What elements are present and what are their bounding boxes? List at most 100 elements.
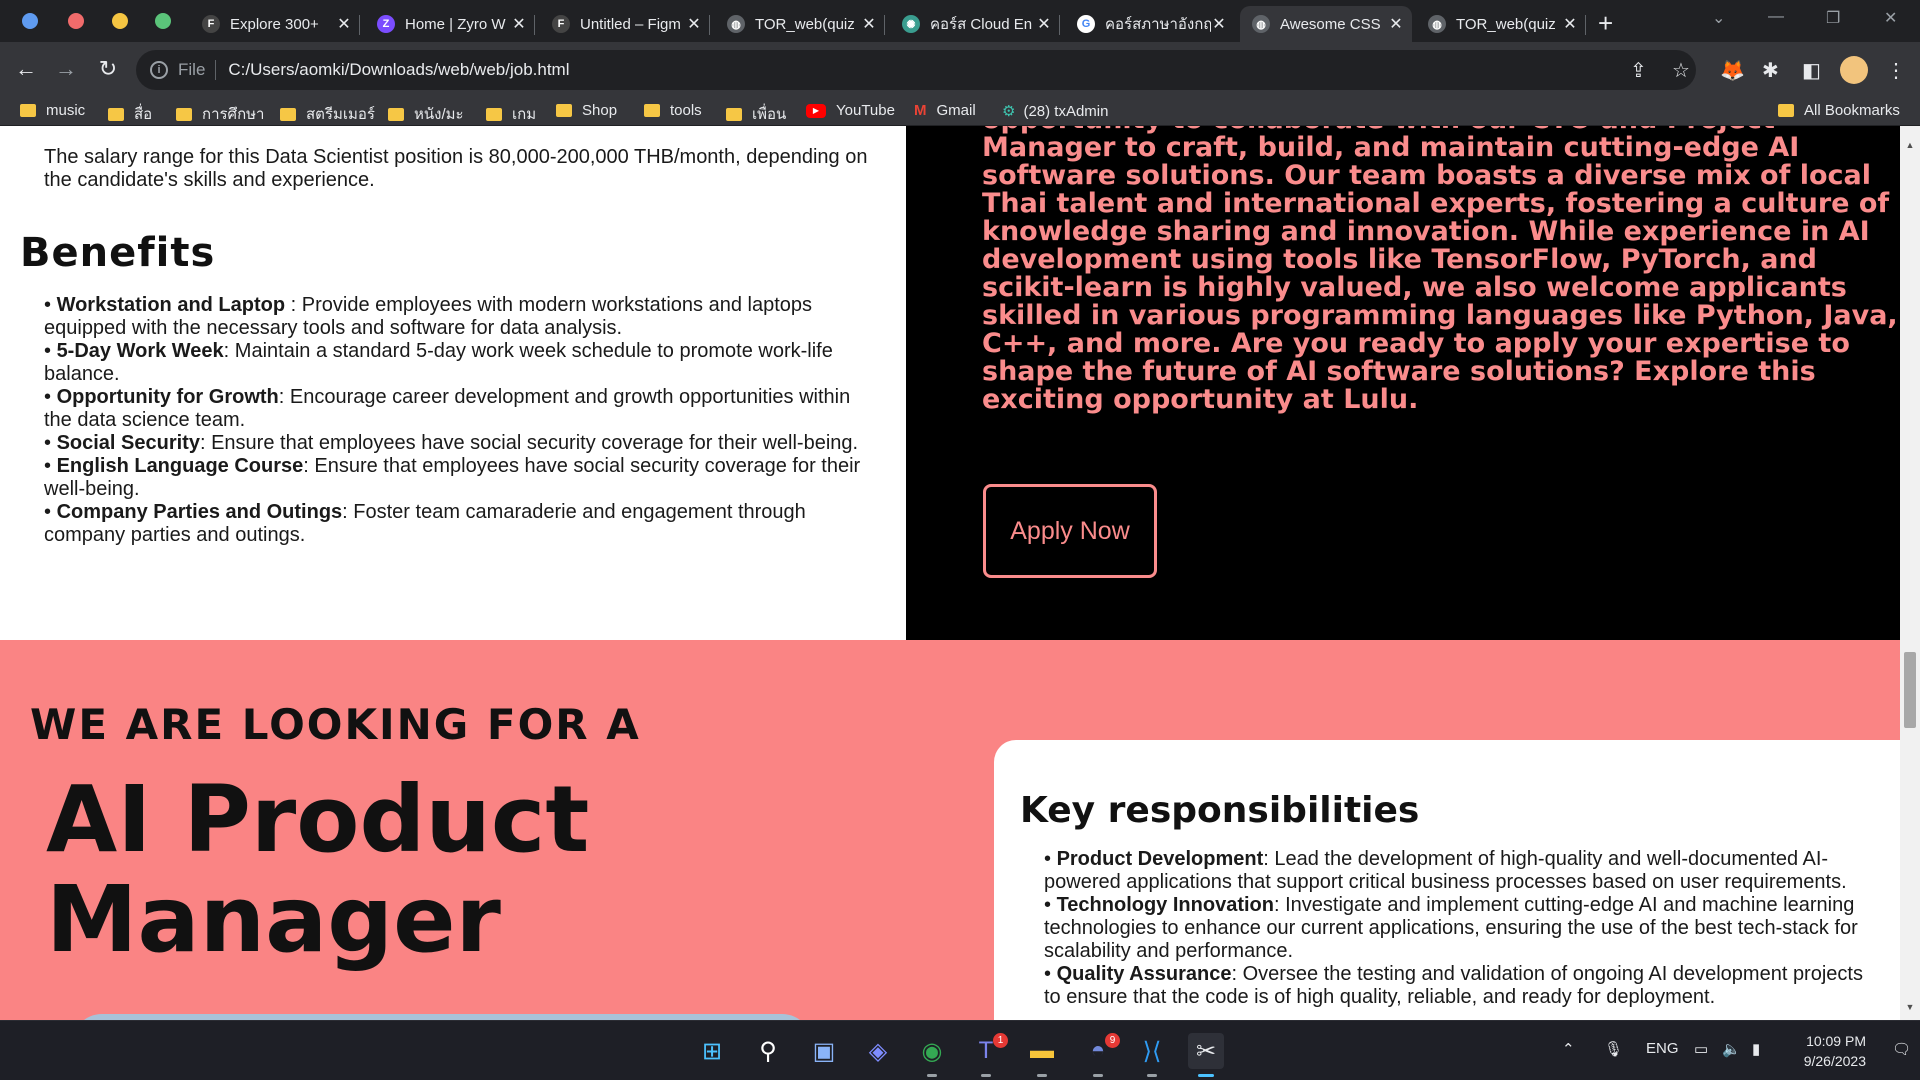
extensions-icon[interactable]: ✱ xyxy=(1762,58,1779,83)
close-icon[interactable]: ✕ xyxy=(336,14,352,34)
info-icon[interactable]: i xyxy=(150,61,168,79)
folder-icon xyxy=(388,107,404,121)
tab-title: Home | Zyro W xyxy=(405,15,506,33)
salary-benefits-card: The salary range for this Data Scientist… xyxy=(0,126,906,716)
folder-icon[interactable]: ▬ xyxy=(1024,1033,1060,1077)
minimize-icon[interactable]: — xyxy=(1768,8,1784,26)
teams-badge: 1 xyxy=(993,1033,1008,1048)
apply-now-button[interactable]: Apply Now xyxy=(983,484,1157,578)
discord-icon[interactable]: ◓ 9 xyxy=(1080,1033,1120,1077)
gmail-icon: M xyxy=(914,102,927,119)
vscode-icon[interactable]: ⟩⟨ xyxy=(1134,1033,1170,1077)
bookmark-folder[interactable]: Shop xyxy=(556,102,617,119)
chatgpt-icon: ✺ xyxy=(902,15,920,33)
profile-avatar[interactable] xyxy=(1840,56,1868,84)
browser-tab[interactable]: F Untitled – Figm ✕ xyxy=(540,6,710,42)
list-item: • Quality Assurance: Oversee the testing… xyxy=(1044,963,1863,1008)
new-tab-button[interactable]: + xyxy=(1598,8,1613,39)
search-icon[interactable]: ⚲ xyxy=(750,1033,786,1069)
close-icon[interactable]: ✕ xyxy=(1388,14,1404,34)
back-icon[interactable]: ← xyxy=(12,56,40,82)
bookmark-folder[interactable]: tools xyxy=(644,102,702,119)
folder-icon xyxy=(108,107,124,121)
notification-icon[interactable]: 🗨 xyxy=(1892,1040,1911,1058)
scroll-up-icon[interactable]: ▲ xyxy=(1904,140,1916,150)
chrome-icon[interactable]: ◉ xyxy=(914,1033,950,1077)
url-text[interactable]: C:/Users/aomki/Downloads/web/web/job.htm… xyxy=(228,60,569,80)
close-icon[interactable]: ✕ xyxy=(511,14,527,34)
tab-title: Explore 300+ xyxy=(230,15,319,33)
folder-icon xyxy=(20,104,36,117)
forward-icon[interactable]: → xyxy=(52,56,80,82)
figma-icon: F xyxy=(552,15,570,33)
window-dot-yellow xyxy=(112,13,128,29)
bookmark-folder[interactable]: เกม xyxy=(486,102,536,126)
browser-tab[interactable]: ✺ คอร์ส Cloud En ✕ xyxy=(890,6,1060,42)
close-icon[interactable]: ✕ xyxy=(1562,14,1578,34)
close-window-icon[interactable]: ✕ xyxy=(1884,8,1897,28)
close-icon[interactable]: ✕ xyxy=(1211,14,1227,34)
side-panel-icon[interactable]: ◧ xyxy=(1802,58,1821,83)
bookmark-youtube[interactable]: ▶ YouTube xyxy=(806,102,895,119)
bookmark-folder[interactable]: สื่อ xyxy=(108,102,152,126)
list-item: • Opportunity for Growth: Encourage care… xyxy=(44,386,851,431)
close-icon[interactable]: ✕ xyxy=(686,14,702,34)
copilot-icon[interactable]: ◈ xyxy=(860,1033,896,1069)
metamask-icon[interactable]: 🦊 xyxy=(1720,58,1745,83)
microphone-icon[interactable]: 🎙 xyxy=(1604,1040,1623,1058)
teams-icon[interactable]: T1 xyxy=(968,1033,1008,1077)
scrollbar-thumb[interactable] xyxy=(1904,652,1916,728)
clock[interactable]: 10:09 PM 9/26/2023 xyxy=(1790,1031,1866,1071)
globe-icon: ◍ xyxy=(727,15,745,33)
bookmark-folder[interactable]: music xyxy=(20,102,85,119)
folder-icon xyxy=(1778,104,1794,117)
bookmark-star-icon[interactable]: ☆ xyxy=(1672,58,1690,83)
language-indicator[interactable]: ENG xyxy=(1646,1040,1679,1057)
browser-tab-active[interactable]: ◍ Awesome CSS ✕ xyxy=(1240,6,1412,42)
close-icon[interactable]: ✕ xyxy=(861,14,877,34)
start-icon[interactable]: ⊞ xyxy=(694,1033,730,1069)
share-icon[interactable]: ⇪ xyxy=(1630,58,1647,83)
bookmark-folder[interactable]: เพื่อน xyxy=(726,102,786,126)
list-item: • Product Development: Lead the developm… xyxy=(1044,848,1847,893)
list-item: • Technology Innovation: Investigate and… xyxy=(1044,894,1858,962)
list-item: • Workstation and Laptop : Provide emplo… xyxy=(44,294,813,339)
restore-icon[interactable]: ❐ xyxy=(1826,8,1840,28)
volume-icon[interactable]: 🔈 xyxy=(1722,1040,1741,1058)
tab-title: Awesome CSS xyxy=(1280,15,1381,33)
address-bar[interactable]: i File C:/Users/aomki/Downloads/web/web/… xyxy=(136,50,1696,90)
folder-icon xyxy=(726,107,742,121)
bookmark-folder[interactable]: การศึกษา xyxy=(176,102,264,126)
file-manager-icon[interactable]: ▣ xyxy=(806,1033,842,1069)
network-icon[interactable]: ▭ xyxy=(1694,1040,1708,1058)
folder-icon xyxy=(556,104,572,117)
window-dot-blue xyxy=(22,13,38,29)
scroll-down-icon[interactable]: ▼ xyxy=(1904,1002,1916,1012)
tab-title: TOR_web(quiz xyxy=(1456,15,1556,33)
folder-icon xyxy=(644,104,660,117)
battery-icon[interactable]: ▮ xyxy=(1752,1040,1760,1058)
browser-tab[interactable]: F Explore 300+ ✕ xyxy=(190,6,360,42)
tab-search-icon[interactable]: ⌄ xyxy=(1712,8,1725,28)
browser-tab[interactable]: ◍ TOR_web(quiz ✕ xyxy=(715,6,885,42)
bookmark-folder[interactable]: สตรีมเมอร์ xyxy=(280,102,375,126)
snipping-tool-icon[interactable]: ✂ xyxy=(1188,1033,1224,1077)
bookmark-txadmin[interactable]: ⚙ (28) txAdmin xyxy=(1002,102,1108,121)
page-scrollbar[interactable] xyxy=(1900,126,1920,1020)
list-item: • Company Parties and Outings: Foster te… xyxy=(44,501,806,546)
bookmarks-bar: music สื่อ การศึกษา สตรีมเมอร์ หนัง/มะ เ… xyxy=(0,98,1920,126)
reload-icon[interactable]: ↻ xyxy=(94,56,122,82)
all-bookmarks[interactable]: All Bookmarks xyxy=(1778,102,1900,119)
clock-time: 10:09 PM xyxy=(1806,1033,1866,1049)
bookmark-folder[interactable]: หนัง/มะ xyxy=(388,102,464,126)
close-icon[interactable]: ✕ xyxy=(1036,14,1052,34)
browser-tab[interactable]: ◍ TOR_web(quiz ✕ xyxy=(1416,6,1586,42)
chevron-up-icon[interactable]: ⌃ xyxy=(1562,1040,1575,1058)
browser-tab[interactable]: Z Home | Zyro W ✕ xyxy=(365,6,535,42)
globe-icon: ◍ xyxy=(1428,15,1446,33)
list-item: • 5-Day Work Week: Maintain a standard 5… xyxy=(44,340,833,385)
role-title: AI Product Manager xyxy=(46,766,590,973)
menu-icon[interactable]: ⋮ xyxy=(1886,58,1906,83)
browser-tab[interactable]: G คอร์สภาษาอังกฤ ✕ xyxy=(1065,6,1235,42)
bookmark-gmail[interactable]: M Gmail xyxy=(914,102,976,119)
